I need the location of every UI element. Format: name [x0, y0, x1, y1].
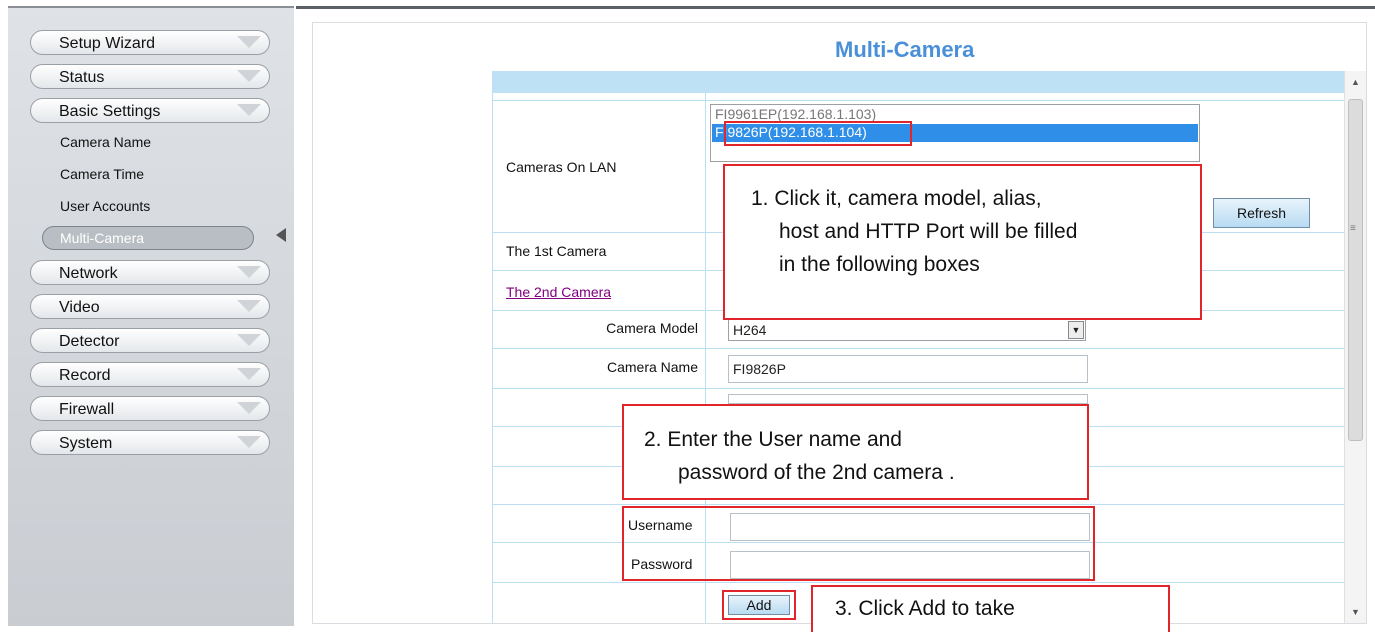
grip-icon: ≡: [1350, 223, 1356, 234]
first-camera-label: The 1st Camera: [506, 243, 607, 259]
menu-detector[interactable]: Detector: [30, 328, 270, 353]
callout-text: in the following boxes: [779, 253, 980, 276]
caret-left-icon: [276, 228, 286, 242]
chevron-down-icon: [237, 334, 261, 346]
camera-name-label: Camera Name: [606, 359, 698, 375]
row-divider: [492, 348, 1344, 349]
camera-model-value: H264: [733, 322, 767, 338]
menu-label: Record: [59, 367, 111, 384]
chevron-down-icon: [237, 368, 261, 380]
chevron-down-icon[interactable]: ▼: [1068, 321, 1084, 339]
menu-label: Video: [59, 299, 100, 316]
scrollbar[interactable]: ▲ ≡ ▼: [1344, 71, 1366, 623]
chevron-down-icon: [237, 36, 261, 48]
menu-label: Network: [59, 265, 118, 282]
row-divider: [492, 100, 1344, 101]
annotation-callout-2: 2. Enter the User name and password of t…: [622, 404, 1089, 500]
row-divider: [492, 388, 1344, 389]
menu-status[interactable]: Status: [30, 64, 270, 89]
row-divider: [492, 504, 1344, 505]
menu-label: Status: [59, 69, 105, 86]
host-input[interactable]: [728, 394, 1088, 404]
menu-system[interactable]: System: [30, 430, 270, 455]
menu-label: Basic Settings: [59, 103, 161, 120]
row-divider: [492, 582, 1344, 583]
refresh-button[interactable]: Refresh: [1213, 198, 1310, 228]
top-divider: [296, 6, 1375, 9]
camera-model-select[interactable]: H264 ▼: [728, 319, 1086, 341]
menu-label: Firewall: [59, 401, 115, 418]
menu-label: System: [59, 435, 113, 452]
sub-item-label: Multi-Camera: [60, 230, 145, 246]
page-title: Multi-Camera: [835, 37, 975, 62]
chevron-down-icon: [237, 436, 261, 448]
menu-label: Setup Wizard: [59, 35, 156, 52]
menu-record[interactable]: Record: [30, 362, 270, 387]
annotation-callout-3: 3. Click Add to take: [811, 585, 1170, 632]
chevron-down-icon: [237, 402, 261, 414]
callout-text: 2. Enter the User name and: [644, 428, 902, 451]
cameras-on-lan-label: Cameras On LAN: [506, 159, 617, 175]
menu-network[interactable]: Network: [30, 260, 270, 285]
annotation-callout-1: 1. Click it, camera model, alias, host a…: [723, 164, 1202, 320]
sub-item-camera-time[interactable]: Camera Time: [60, 166, 144, 182]
annotation-highlight-credentials: [622, 506, 1095, 581]
sidebar: Setup Wizard Status Basic Settings Camer…: [8, 6, 294, 626]
chevron-down-icon: [237, 300, 261, 312]
callout-text: 1. Click it, camera model, alias,: [751, 187, 1042, 210]
camera-model-label: Camera Model: [606, 320, 698, 336]
chevron-down-icon: [237, 266, 261, 278]
sub-item-multi-camera[interactable]: Multi-Camera: [42, 226, 254, 250]
annotation-highlight-selected: [724, 121, 912, 146]
scroll-thumb[interactable]: [1348, 99, 1363, 441]
table-border: [492, 93, 493, 623]
callout-text: 3. Click Add to take: [835, 597, 1015, 620]
menu-firewall[interactable]: Firewall: [30, 396, 270, 421]
scroll-down-icon[interactable]: ▼: [1351, 607, 1360, 617]
menu-label: Detector: [59, 333, 120, 350]
table-header-bar: [492, 71, 1366, 93]
callout-text: host and HTTP Port will be filled: [779, 220, 1078, 243]
menu-setup-wizard[interactable]: Setup Wizard: [30, 30, 270, 55]
callout-text: password of the 2nd camera .: [678, 461, 955, 484]
chevron-down-icon: [237, 70, 261, 82]
menu-basic-settings[interactable]: Basic Settings: [30, 98, 270, 123]
chevron-down-icon: [237, 104, 261, 116]
annotation-highlight-add: [722, 590, 796, 620]
second-camera-link[interactable]: The 2nd Camera: [506, 284, 611, 300]
sub-item-camera-name[interactable]: Camera Name: [60, 134, 151, 150]
scroll-up-icon[interactable]: ▲: [1351, 77, 1360, 87]
menu-video[interactable]: Video: [30, 294, 270, 319]
camera-name-input[interactable]: FI9826P: [728, 355, 1088, 383]
camera-option[interactable]: FI9961EP(192.168.1.103): [715, 106, 876, 122]
sub-item-user-accounts[interactable]: User Accounts: [60, 198, 150, 214]
